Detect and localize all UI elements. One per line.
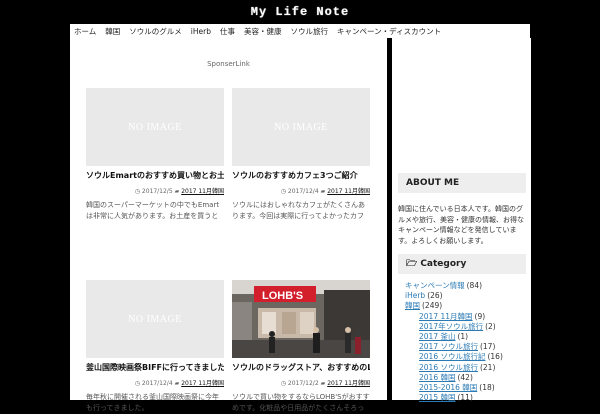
nav-item-iherb[interactable]: iHerb [191, 27, 211, 36]
clock-icon: ◷ [280, 380, 286, 387]
post-thumbnail-photo[interactable]: LOHB'S [232, 280, 370, 358]
nav-item-seoul-travel[interactable]: ソウル旅行 [290, 26, 328, 37]
category-link[interactable]: 2017年ソウル旅行 [419, 322, 483, 331]
category-item: 2016 ソウル旅行記 (16) [405, 352, 527, 362]
post-title[interactable]: ソウルのドラッグストア、おすすめのLOHB'S [232, 362, 370, 373]
nav-item-beauty[interactable]: 美容・健康 [244, 26, 282, 37]
post-thumbnail[interactable]: NO IMAGE [86, 280, 224, 358]
post-thumbnail[interactable]: NO IMAGE [86, 88, 224, 166]
category-count: (84) [466, 281, 483, 290]
category-link[interactable]: 2017 11月韓国 [419, 312, 473, 321]
category-item: 2017 ソウル旅行 (17) [405, 342, 527, 352]
post-card: NO IMAGE ソウルのおすすめカフェ3つご紹介 ◷ 2017/12/4 ▰ 2… [232, 88, 370, 222]
category-link[interactable]: 2017 ソウル旅行 [419, 342, 478, 351]
category-link[interactable]: キャンペーン情報 [405, 281, 465, 290]
post-category[interactable]: 2017 11月韓国 [327, 188, 370, 195]
category-list: キャンペーン情報 (84) iHerb (26) 韓国 (249) 2017 11月韓… [405, 281, 527, 403]
sidebar: ABOUT ME 韓国に住んでいる日本人です。韓国のグルメや旅行、美容・健康の情… [392, 38, 531, 403]
category-heading-label: Category [420, 259, 467, 269]
post-date: 2017/12/4 [287, 188, 319, 195]
category-item: 2016 韓国 (42) [405, 373, 527, 383]
category-link[interactable]: 2016 韓国 [419, 373, 455, 382]
category-count: (18) [479, 383, 495, 393]
nav-item-korea[interactable]: 韓国 [105, 26, 120, 37]
post-meta: ◷ 2017/12/5 ▰ 2017 11月韓国 [86, 186, 224, 195]
nav-item-seoul-gourmet[interactable]: ソウルのグルメ [129, 26, 182, 37]
post-excerpt: 韓国のスーパーマーケットの中でもEmartは非常に人気があります。お土産を買うと… [86, 201, 220, 220]
category-count: (249) [422, 301, 443, 311]
category-item: 2015 韓国 (11) [405, 393, 527, 403]
post-card: NO IMAGE 釜山国際映画祭BIFFに行ってきました ◷ 2017/12/4… [86, 280, 224, 414]
post-category[interactable]: 2017 11月韓国 [181, 188, 224, 195]
post-category[interactable]: 2017 11月韓国 [181, 380, 224, 387]
post-date: 2017/12/5 [141, 188, 173, 195]
category-count: (1) [457, 332, 469, 342]
store-photo: LOHB'S [232, 280, 370, 358]
category-count: (11) [457, 393, 473, 403]
nav-item-campaign[interactable]: キャンペーン・ディスカウント [337, 26, 441, 37]
category-link[interactable]: 2016 ソウル旅行記 [419, 352, 485, 361]
post-title[interactable]: 釜山国際映画祭BIFFに行ってきました [86, 362, 224, 373]
folder-icon: ▰ [320, 188, 326, 195]
folder-icon: ▰ [320, 380, 326, 387]
category-heading: 🗁 Category [398, 254, 526, 274]
folder-icon: ▰ [174, 188, 180, 195]
nav-item-work[interactable]: 仕事 [220, 26, 235, 37]
category-count: (2) [485, 321, 496, 331]
category-item: 韓国 (249) [405, 301, 527, 311]
global-nav: ホーム 韓国 ソウルのグルメ iHerb 仕事 美容・健康 ソウル旅行 キャンペ… [70, 24, 530, 38]
nav-item-home[interactable]: ホーム [74, 26, 96, 37]
post-card: NO IMAGE ソウルEmartのおすすめ買い物とお土産 ◷ 2017/12/… [86, 88, 224, 222]
category-item: 2015-2016 韓国 (18) [405, 383, 527, 393]
main-content: SponserLink NO IMAGE ソウルEmartのおすすめ買い物とお土… [70, 38, 387, 412]
category-link[interactable]: 2015-2016 韓国 [419, 383, 477, 392]
category-item: 2017 釜山 (1) [405, 332, 527, 342]
category-count: (17) [479, 342, 496, 352]
category-item: 2017 11月韓国 (9) [405, 312, 527, 322]
category-item: 2016 ソウル旅行 (21) [405, 363, 527, 373]
site-header: My Life Note [0, 0, 600, 24]
category-item: キャンペーン情報 (84) [405, 281, 527, 291]
clock-icon: ◷ [134, 380, 140, 387]
post-thumbnail[interactable]: NO IMAGE [232, 88, 370, 166]
folder-open-icon: 🗁 [406, 259, 418, 269]
post-category[interactable]: 2017 11月韓国 [327, 380, 370, 387]
clock-icon: ◷ [280, 188, 286, 195]
category-link[interactable]: 2015 韓国 [419, 393, 455, 402]
sponsor-label: SponserLink [207, 60, 250, 68]
site-title[interactable]: My Life Note [251, 5, 349, 19]
category-count: (9) [474, 311, 486, 321]
category-count: (26) [427, 291, 443, 301]
category-item: 2017年ソウル旅行 (2) [405, 322, 527, 332]
category-count: (42) [457, 372, 473, 382]
category-link[interactable]: 2017 釜山 [419, 332, 455, 341]
folder-icon: ▰ [174, 380, 180, 387]
category-link[interactable]: 2016 ソウル旅行 [419, 363, 478, 372]
category-count: (21) [479, 362, 496, 372]
post-card: LOHB'S ソウルのドラッグストア、おすすめのLOHB'S ◷ [232, 280, 370, 414]
category-count: (16) [487, 352, 503, 362]
category-item: iHerb (26) [405, 291, 527, 301]
post-meta: ◷ 2017/12/4 ▰ 2017 11月韓国 [232, 186, 370, 195]
post-excerpt: ソウルにはおしゃれなカフェがたくさんあります。今回は実際に行ってよかったカフェを… [232, 201, 365, 220]
post-date: 2017/12/2 [287, 380, 319, 387]
post-title[interactable]: ソウルのおすすめカフェ3つご紹介 [232, 170, 370, 181]
post-title[interactable]: ソウルEmartのおすすめ買い物とお土産 [86, 170, 224, 181]
post-excerpt: 毎年秋に開催される釜山国際映画祭に今年も行ってきました。 [86, 393, 219, 412]
post-excerpt: ソウルで買い物をするならLOHB'Sがおすすめです。化粧品や日用品がたくさんそろ… [232, 393, 370, 412]
about-text: 韓国に住んでいる日本人です。韓国のグルメや旅行、美容・健康の情報、お得なキャンペ… [398, 205, 524, 245]
category-link[interactable]: 韓国 [405, 301, 420, 310]
store-sign: LOHB'S [262, 290, 303, 302]
about-heading: ABOUT ME [398, 173, 526, 193]
post-date: 2017/12/4 [141, 380, 173, 387]
clock-icon: ◷ [134, 188, 140, 195]
category-link[interactable]: iHerb [405, 291, 425, 300]
post-meta: ◷ 2017/12/4 ▰ 2017 11月韓国 [86, 378, 224, 387]
post-meta: ◷ 2017/12/2 ▰ 2017 11月韓国 [232, 378, 370, 387]
